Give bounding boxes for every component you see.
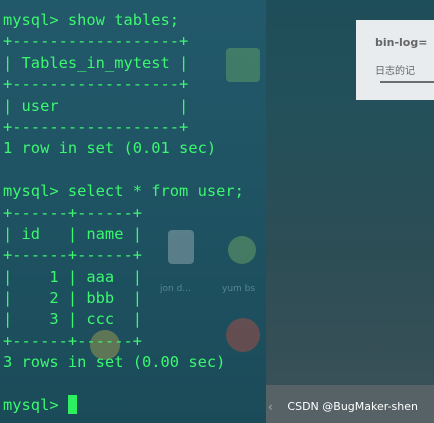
document-preview <box>356 20 434 100</box>
terminal-prompt: mysql> <box>3 396 68 415</box>
terminal-prompt-line[interactable]: mysql> <box>3 395 244 416</box>
terminal-line: +------+------+ <box>3 331 142 350</box>
terminal-cursor <box>67 395 77 415</box>
terminal-line: | Tables_in_mytest | <box>3 53 189 72</box>
chevron-left-icon: ‹ <box>268 400 273 414</box>
terminal-line: +------------------+ <box>3 117 189 136</box>
terminal-window[interactable]: yum bs jon d... mysql> show tables; +----… <box>0 0 266 423</box>
terminal-line: +------+------+ <box>3 246 142 265</box>
terminal-line: mysql> show tables; <box>3 11 180 29</box>
terminal-line: +------------------+ <box>3 75 189 94</box>
terminal-line: | user | <box>3 96 189 115</box>
document-underline <box>380 81 434 83</box>
terminal-line: 1 row in set (0.01 sec) <box>3 139 217 158</box>
terminal-line: | 3 | ccc | <box>3 310 142 329</box>
terminal-line: | 1 | aaa | <box>3 267 142 286</box>
terminal-line: +------+------+ <box>3 203 142 222</box>
watermark: CSDN @BugMaker-shen <box>287 400 418 413</box>
terminal-line: | 2 | bbb | <box>3 289 142 308</box>
terminal-line: +------------------+ <box>3 32 189 51</box>
terminal-output: mysql> show tables; +------------------+ |… <box>3 10 244 416</box>
document-title: bin-log= <box>375 36 428 49</box>
terminal-line: 3 rows in set (0.00 sec) <box>3 353 226 372</box>
terminal-line: mysql> select * from user; <box>3 182 244 201</box>
document-subtitle: 日志的记 <box>375 66 415 77</box>
terminal-line: | id | name | <box>3 224 142 243</box>
